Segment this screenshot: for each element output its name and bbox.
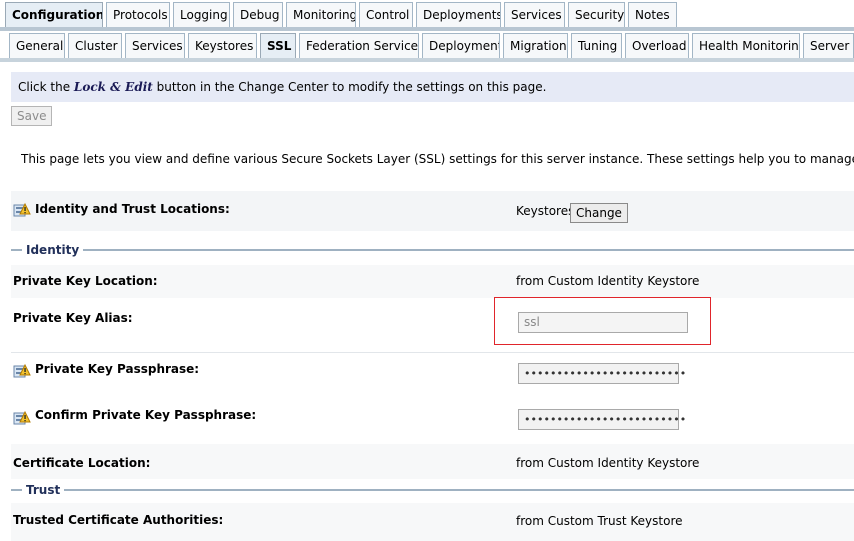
subtab-ssl[interactable]: SSL xyxy=(260,33,296,59)
pk-pass-input[interactable]: ••••••••••••••••••••••••• xyxy=(518,363,686,384)
subtab-deployment[interactable]: Deployment xyxy=(422,33,500,59)
pk-confirm-label: Confirm Private Key Passphrase: xyxy=(35,408,257,422)
pk-location-value: from Custom Identity Keystore xyxy=(516,274,700,288)
subtab-cluster[interactable]: Cluster xyxy=(68,33,122,59)
tab-deployments[interactable]: Deployments xyxy=(416,2,501,28)
trusted-ca-value: from Custom Trust Keystore xyxy=(516,514,683,528)
page-intro-text: This page lets you view and define vario… xyxy=(21,152,854,166)
pk-location-label: Private Key Location: xyxy=(13,274,158,288)
identity-section-title: Identity xyxy=(22,243,84,257)
trust-section-title: Trust xyxy=(22,483,65,497)
identity-trust-label: Identity and Trust Locations: xyxy=(35,202,230,216)
highlight-box xyxy=(494,297,711,345)
lock-edit-text: Lock & Edit xyxy=(73,80,153,94)
config-warning-icon xyxy=(13,363,31,378)
subtab-health-monitoring[interactable]: Health Monitoring xyxy=(692,33,800,59)
sub-tab-underline xyxy=(0,58,854,62)
subtab-tuning[interactable]: Tuning xyxy=(571,33,622,59)
identity-section-line xyxy=(11,249,854,251)
change-center-notice: Click the Lock & Edit button in the Chan… xyxy=(11,72,854,102)
tab-debug[interactable]: Debug xyxy=(233,2,283,28)
identity-trust-value: Keystores xyxy=(516,204,575,218)
cert-location-label: Certificate Location: xyxy=(13,456,151,470)
trusted-ca-label: Trusted Certificate Authorities: xyxy=(13,513,224,527)
tab-monitoring[interactable]: Monitoring xyxy=(286,2,356,28)
tab-protocols[interactable]: Protocols xyxy=(106,2,170,28)
pk-confirm-input[interactable]: ••••••••••••••••••••••••• xyxy=(518,409,686,430)
config-warning-icon xyxy=(13,410,31,425)
subtab-keystores[interactable]: Keystores xyxy=(188,33,257,59)
subtab-services[interactable]: Services xyxy=(125,33,185,59)
tab-security[interactable]: Security xyxy=(568,2,625,28)
pk-alias-label: Private Key Alias: xyxy=(13,311,133,325)
notice-suffix: button in the Change Center to modify th… xyxy=(152,80,547,94)
tab-control[interactable]: Control xyxy=(359,2,413,28)
subtab-federation-services[interactable]: Federation Services xyxy=(299,33,419,59)
subtab-migration[interactable]: Migration xyxy=(503,33,568,59)
sub-tab-bar: General Cluster Services Keystores SSL F… xyxy=(0,33,854,59)
config-warning-icon xyxy=(13,202,31,217)
subtab-server-s[interactable]: Server S xyxy=(803,33,854,59)
main-tab-underline xyxy=(0,27,854,31)
subtab-general[interactable]: General xyxy=(9,33,65,59)
change-button[interactable]: Change xyxy=(570,203,628,223)
tab-services[interactable]: Services xyxy=(504,2,565,28)
row-divider xyxy=(11,352,854,353)
save-button[interactable]: Save xyxy=(11,106,53,126)
trust-section-line xyxy=(11,489,854,491)
pk-pass-label: Private Key Passphrase: xyxy=(35,362,200,376)
cert-location-value: from Custom Identity Keystore xyxy=(516,456,700,470)
main-tab-bar: Configuration Protocols Logging Debug Mo… xyxy=(0,2,854,28)
tab-logging[interactable]: Logging xyxy=(173,2,230,28)
tab-configuration[interactable]: Configuration xyxy=(5,2,103,28)
tab-notes[interactable]: Notes xyxy=(628,2,677,28)
subtab-overload[interactable]: Overload xyxy=(625,33,689,59)
notice-prefix: Click the xyxy=(18,80,74,94)
